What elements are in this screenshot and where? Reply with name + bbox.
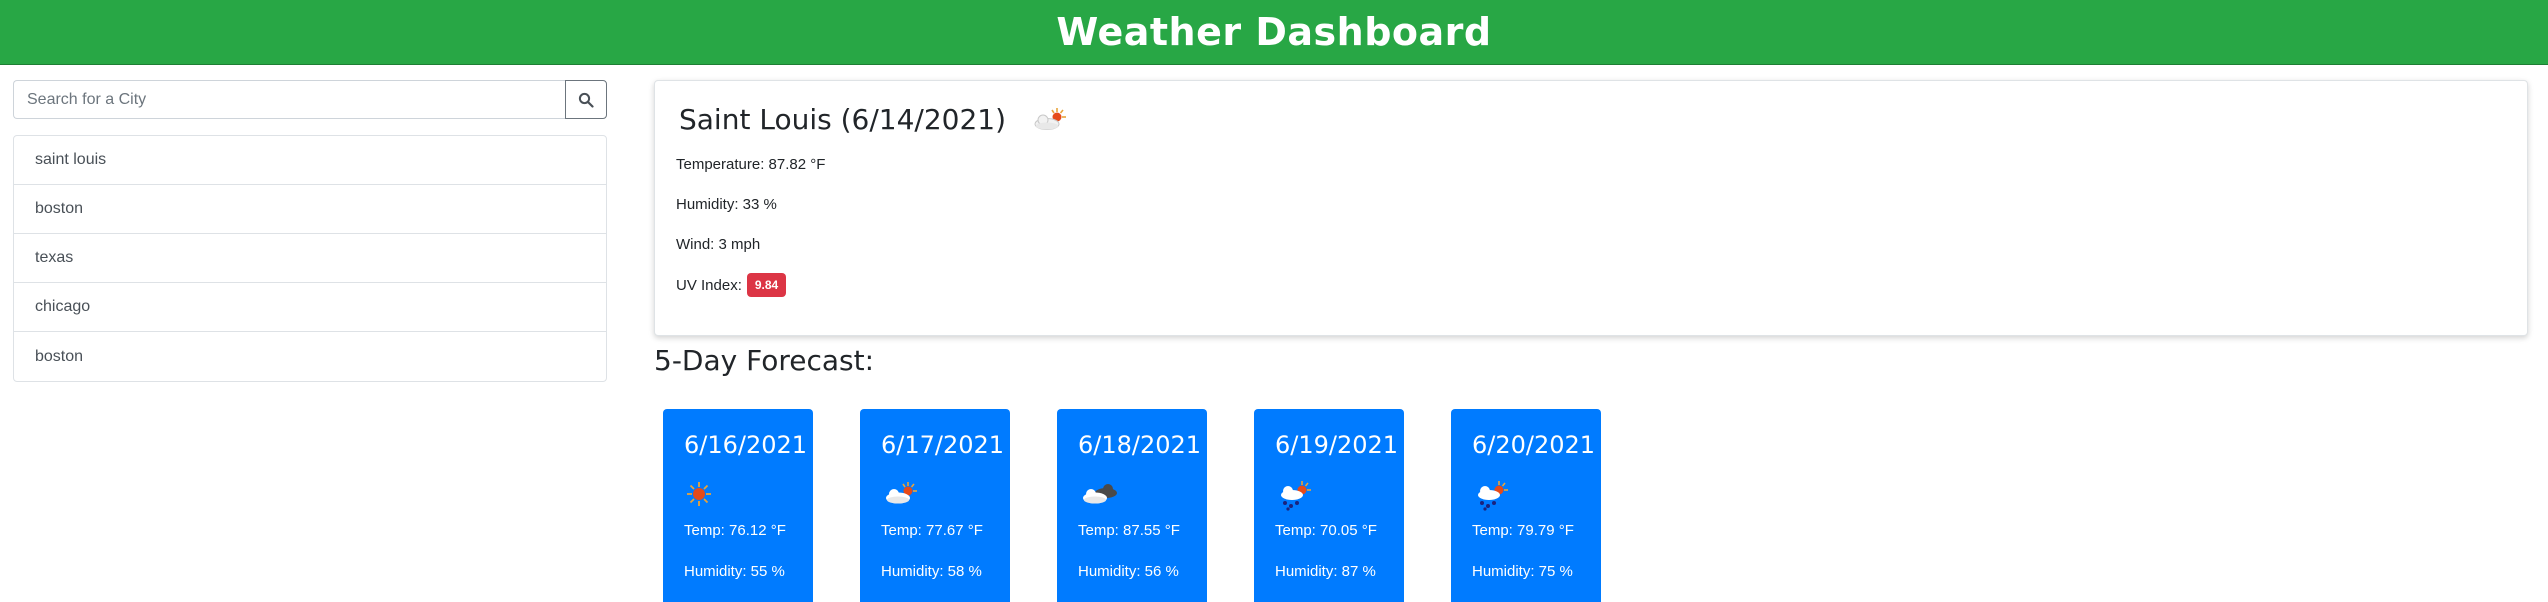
search-input[interactable] <box>13 80 565 119</box>
search-icon <box>578 92 594 108</box>
broken-clouds-icon <box>1083 484 1117 504</box>
search-button[interactable] <box>565 80 607 119</box>
current-humidity: Humidity: 33 % <box>676 196 777 213</box>
current-city-date: Saint Louis (6/14/2021) <box>679 103 1007 136</box>
forecast-card: 6/20/2021 Temp: 79.79 °F Humidity: 75 % <box>1451 409 1601 602</box>
history-item[interactable]: boston <box>14 332 606 381</box>
current-uv-row: UV Index: 9.84 <box>676 273 787 297</box>
history-item[interactable]: chicago <box>14 283 606 332</box>
forecast-temp: Temp: 87.55 °F <box>1078 522 1180 539</box>
sun-icon <box>687 482 711 506</box>
partly-cloudy-sun-icon <box>1034 107 1067 130</box>
search-history-list: saint louis boston texas chicago boston <box>13 135 607 382</box>
rain-sun-icon <box>1281 481 1311 511</box>
forecast-humidity: Humidity: 56 % <box>1078 563 1179 580</box>
forecast-card: 6/18/2021 Temp: 87.55 °F Humidity: 56 % <box>1057 409 1207 602</box>
forecast-temp: Temp: 79.79 °F <box>1472 522 1574 539</box>
uv-index-badge: 9.84 <box>746 273 787 297</box>
forecast-humidity: Humidity: 87 % <box>1275 563 1376 580</box>
forecast-card: 6/19/2021 Temp: 70.05 °F Humidity: 87 % <box>1254 409 1404 602</box>
history-item[interactable]: boston <box>14 185 606 234</box>
partly-cloudy-sun-icon <box>886 482 917 504</box>
current-title-row: Saint Louis (6/14/2021) <box>679 103 1070 136</box>
forecast-humidity: Humidity: 75 % <box>1472 563 1573 580</box>
forecast-date: 6/16/2021 <box>684 431 808 459</box>
forecast-temp: Temp: 77.67 °F <box>881 522 983 539</box>
forecast-date: 6/19/2021 <box>1275 431 1399 459</box>
current-temperature: Temperature: 87.82 °F <box>676 156 826 173</box>
forecast-heading: 5-Day Forecast: <box>654 344 875 377</box>
history-item[interactable]: texas <box>14 234 606 283</box>
forecast-humidity: Humidity: 55 % <box>684 563 785 580</box>
page-title: Weather Dashboard <box>1056 10 1492 54</box>
current-weather-card: Saint Louis (6/14/2021) Temperature: 87.… <box>654 80 2528 336</box>
history-item[interactable]: saint louis <box>14 136 606 185</box>
header-bar: Weather Dashboard <box>0 0 2548 65</box>
forecast-date: 6/17/2021 <box>881 431 1005 459</box>
forecast-humidity: Humidity: 58 % <box>881 563 982 580</box>
forecast-card: 6/17/2021 Temp: 77.67 °F Humidity: 58 % <box>860 409 1010 602</box>
uv-label: UV Index: <box>676 276 742 294</box>
forecast-temp: Temp: 70.05 °F <box>1275 522 1377 539</box>
forecast-date: 6/20/2021 <box>1472 431 1596 459</box>
current-wind: Wind: 3 mph <box>676 236 761 253</box>
search-group <box>13 80 607 119</box>
rain-sun-icon <box>1478 481 1508 511</box>
forecast-temp: Temp: 76.12 °F <box>684 522 786 539</box>
forecast-date: 6/18/2021 <box>1078 431 1202 459</box>
forecast-card: 6/16/2021 Temp: 76.12 °F Humidity: 55 % <box>663 409 813 602</box>
